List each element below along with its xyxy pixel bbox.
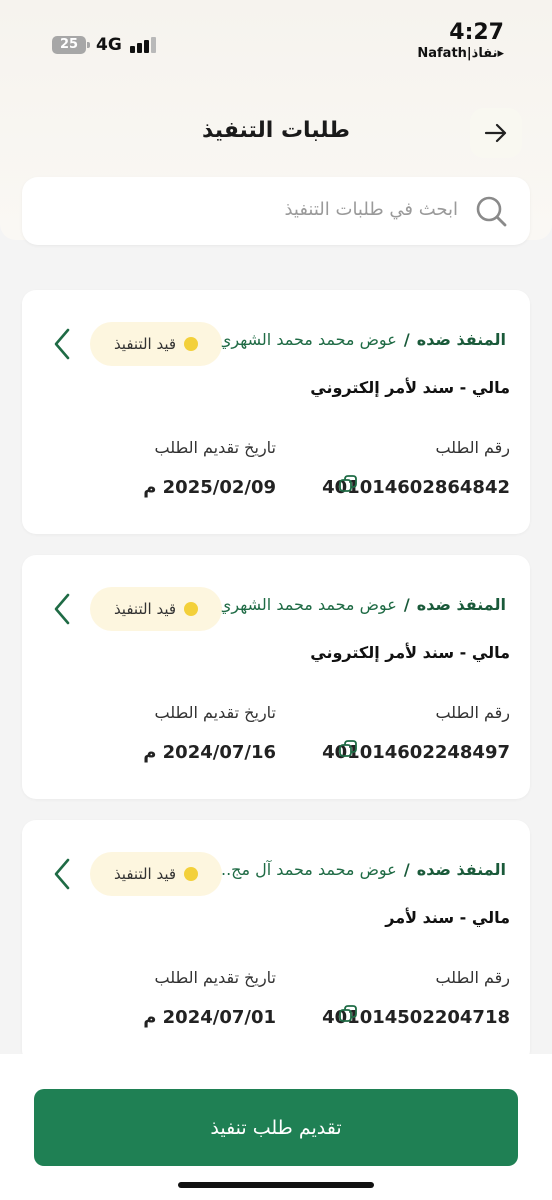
separator: / xyxy=(403,860,410,879)
chevron-left-icon[interactable] xyxy=(52,857,72,891)
home-indicator[interactable] xyxy=(178,1182,374,1188)
executed-against-label: المنفذ ضده xyxy=(416,330,506,349)
executed-against-label: المنفذ ضده xyxy=(416,860,506,879)
status-label: قيد التنفيذ xyxy=(113,335,177,353)
request-number-label: رقم الطلب xyxy=(435,703,510,722)
request-card[interactable]: المنفذ ضده / عوض محمد محمد آل مج... قيد … xyxy=(22,820,530,1064)
carrier-label: Nafath|نفاذ▸ xyxy=(417,46,504,61)
status-bar: 25 4G 4:27 Nafath|نفاذ▸ xyxy=(0,0,552,70)
signal-strength-icon xyxy=(130,37,158,53)
battery-indicator: 25 xyxy=(52,36,90,54)
status-label: قيد التنفيذ xyxy=(113,865,177,883)
card-heading: المنفذ ضده / عوض محمد محمد الشهري xyxy=(219,595,506,614)
search-input[interactable]: ابحث في طلبات التنفيذ xyxy=(22,177,530,245)
separator: / xyxy=(403,330,410,349)
request-type: مالي - سند لأمر إلكتروني xyxy=(310,643,510,662)
copy-icon[interactable] xyxy=(338,1004,358,1024)
party-name: عوض محمد محمد الشهري xyxy=(218,330,397,349)
request-type: مالي - سند لأمر إلكتروني xyxy=(310,378,510,397)
status-badge: قيد التنفيذ xyxy=(90,322,222,366)
executed-against-label: المنفذ ضده xyxy=(416,595,506,614)
card-heading: المنفذ ضده / عوض محمد محمد آل مج... xyxy=(216,860,506,879)
date-label: تاريخ تقديم الطلب xyxy=(154,968,276,987)
search-placeholder: ابحث في طلبات التنفيذ xyxy=(284,199,458,220)
status-dot-icon xyxy=(184,867,199,881)
status-dot-icon xyxy=(184,602,199,616)
submission-date: 2024/07/16 م xyxy=(143,742,276,763)
request-card[interactable]: المنفذ ضده / عوض محمد محمد الشهري قيد ال… xyxy=(22,290,530,534)
request-card[interactable]: المنفذ ضده / عوض محمد محمد الشهري قيد ال… xyxy=(22,555,530,799)
search-icon xyxy=(476,196,507,227)
date-label: تاريخ تقديم الطلب xyxy=(154,438,276,457)
separator: / xyxy=(403,595,410,614)
arrow-right-icon xyxy=(484,123,507,143)
request-number-label: رقم الطلب xyxy=(435,968,510,987)
request-type: مالي - سند لأمر xyxy=(385,908,510,927)
network-type: 4G xyxy=(96,35,122,55)
status-badge: قيد التنفيذ xyxy=(90,587,222,631)
party-name: عوض محمد محمد الشهري xyxy=(218,595,397,614)
copy-icon[interactable] xyxy=(338,739,358,759)
request-number-label: رقم الطلب xyxy=(435,438,510,457)
status-label: قيد التنفيذ xyxy=(113,600,177,618)
back-button[interactable] xyxy=(470,108,522,158)
status-badge: قيد التنفيذ xyxy=(90,852,222,896)
status-dot-icon xyxy=(184,337,199,351)
date-label: تاريخ تقديم الطلب xyxy=(154,703,276,722)
submission-date: 2024/07/01 م xyxy=(143,1007,276,1028)
submission-date: 2025/02/09 م xyxy=(143,477,276,498)
clock: 4:27 xyxy=(449,20,504,45)
submit-execution-request-button[interactable]: تقديم طلب تنفيذ xyxy=(34,1089,518,1166)
card-heading: المنفذ ضده / عوض محمد محمد الشهري xyxy=(219,330,506,349)
copy-icon[interactable] xyxy=(338,474,358,494)
chevron-left-icon[interactable] xyxy=(52,592,72,626)
chevron-left-icon[interactable] xyxy=(52,327,72,361)
party-name: عوض محمد محمد آل مج... xyxy=(215,860,397,879)
